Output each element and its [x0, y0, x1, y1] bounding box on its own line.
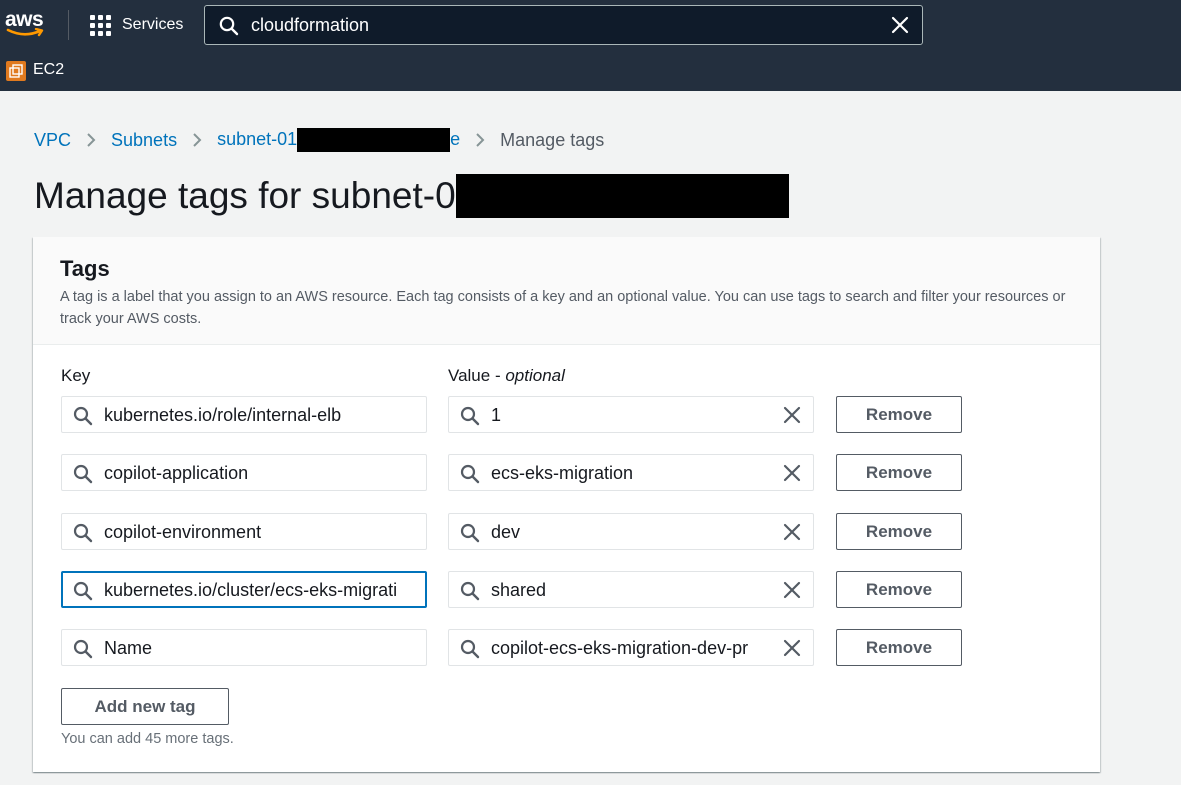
value-label-optional: optional	[505, 366, 565, 385]
remove-tag-button[interactable]: Remove	[836, 513, 962, 550]
value-label-text: Value -	[448, 366, 506, 385]
remove-tag-button[interactable]: Remove	[836, 571, 962, 608]
services-menu-button[interactable]: Services	[90, 14, 183, 36]
chevron-right-icon	[475, 132, 485, 148]
page-title: Manage tags for subnet-0	[34, 174, 789, 218]
tag-key-input[interactable]	[104, 461, 414, 485]
service-bar	[0, 50, 1181, 91]
search-icon	[460, 639, 480, 659]
search-icon	[219, 16, 239, 36]
remaining-tags-hint: You can add 45 more tags.	[61, 731, 234, 747]
services-label: Services	[122, 16, 184, 33]
redaction-box	[455, 174, 789, 218]
tag-value-input[interactable]	[491, 461, 771, 485]
service-shortcut-ec2[interactable]: EC2	[33, 61, 64, 79]
remove-tag-button[interactable]: Remove	[836, 454, 962, 491]
tag-value-field[interactable]	[448, 454, 814, 491]
tag-key-input[interactable]	[104, 636, 414, 660]
tag-key-field[interactable]	[61, 396, 427, 433]
clear-value-icon[interactable]	[783, 406, 801, 424]
breadcrumb-current: Manage tags	[500, 129, 605, 150]
nav-divider	[68, 10, 69, 40]
global-search-box[interactable]	[204, 5, 923, 45]
add-new-tag-button[interactable]: Add new tag	[61, 688, 229, 725]
tag-key-field[interactable]	[61, 454, 427, 491]
breadcrumb-subnet-id-prefix: subnet-01	[217, 128, 298, 149]
clear-value-icon[interactable]	[783, 523, 801, 541]
clear-value-icon[interactable]	[783, 581, 801, 599]
search-icon	[460, 406, 480, 426]
search-icon	[73, 523, 93, 543]
search-icon	[460, 581, 480, 601]
tag-value-input[interactable]	[491, 520, 771, 544]
remove-tag-button[interactable]: Remove	[836, 396, 962, 433]
aws-smile-icon	[6, 28, 44, 37]
tag-value-field[interactable]	[448, 571, 814, 608]
breadcrumb-subnets[interactable]: Subnets	[111, 130, 177, 151]
tags-container-header: Tags A tag is a label that you assign to…	[33, 237, 1100, 345]
services-grid-icon	[90, 14, 111, 36]
tag-value-input[interactable]	[491, 403, 771, 427]
tags-heading: Tags	[60, 256, 110, 281]
search-icon	[73, 639, 93, 659]
ec2-service-icon[interactable]	[6, 61, 26, 81]
remove-tag-button[interactable]: Remove	[836, 629, 962, 666]
tag-value-input[interactable]	[491, 578, 771, 602]
tag-key-field[interactable]	[61, 571, 427, 608]
value-column-label: Value - optional	[448, 366, 565, 386]
tag-key-field[interactable]	[61, 629, 427, 666]
breadcrumb-vpc[interactable]: VPC	[34, 130, 71, 151]
clear-search-icon[interactable]	[890, 15, 910, 35]
breadcrumb-subnet-id[interactable]: subnet-01 e	[217, 128, 460, 152]
tag-key-field[interactable]	[61, 513, 427, 550]
clear-value-icon[interactable]	[783, 464, 801, 482]
search-icon	[460, 464, 480, 484]
chevron-right-icon	[86, 132, 96, 148]
tag-key-input[interactable]	[104, 578, 422, 602]
page-title-text: Manage tags for subnet-0	[34, 175, 456, 216]
tag-value-field[interactable]	[448, 513, 814, 550]
breadcrumb: VPC Subnets subnet-01 e Manage tags	[34, 128, 605, 152]
search-icon	[460, 523, 480, 543]
aws-logo[interactable]: aws	[5, 8, 47, 40]
top-navigation-bar: aws Services	[0, 0, 1181, 50]
tag-value-field[interactable]	[448, 629, 814, 666]
chevron-right-icon	[192, 132, 202, 148]
redaction-box	[297, 128, 451, 152]
global-search-input[interactable]	[251, 12, 871, 38]
tags-description: A tag is a label that you assign to an A…	[60, 289, 1066, 327]
search-icon	[73, 581, 93, 601]
tag-value-input[interactable]	[491, 636, 771, 660]
search-icon	[73, 406, 93, 426]
tag-value-field[interactable]	[448, 396, 814, 433]
breadcrumb-subnet-id-suffix: e	[450, 128, 461, 149]
search-icon	[73, 464, 93, 484]
clear-value-icon[interactable]	[783, 639, 801, 657]
key-column-label: Key	[61, 366, 91, 385]
tag-key-input[interactable]	[104, 520, 414, 544]
tag-key-input[interactable]	[104, 403, 414, 427]
